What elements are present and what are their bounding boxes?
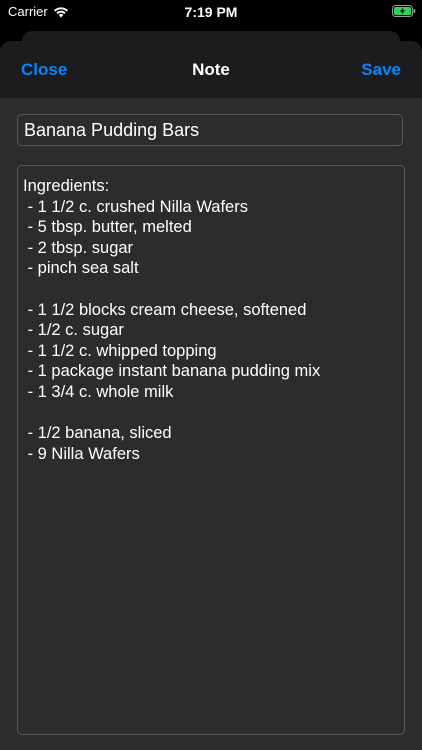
navigation-bar: Close Note Save: [0, 41, 422, 98]
note-editor: Ingredients: - 1 1/2 c. crushed Nilla Wa…: [0, 98, 422, 750]
screen: Carrier 7:19 PM Close Note Save Ingredie…: [0, 0, 422, 750]
note-sheet: Close Note Save Ingredients: - 1 1/2 c. …: [0, 41, 422, 750]
battery-charging-icon: [392, 5, 416, 17]
note-title-field[interactable]: [17, 114, 403, 146]
status-time: 7:19 PM: [184, 4, 238, 20]
note-body-textarea[interactable]: Ingredients: - 1 1/2 c. crushed Nilla Wa…: [17, 165, 405, 735]
status-bar: Carrier 7:19 PM: [0, 0, 422, 24]
save-button[interactable]: Save: [361, 60, 401, 80]
page-title: Note: [192, 60, 230, 79]
